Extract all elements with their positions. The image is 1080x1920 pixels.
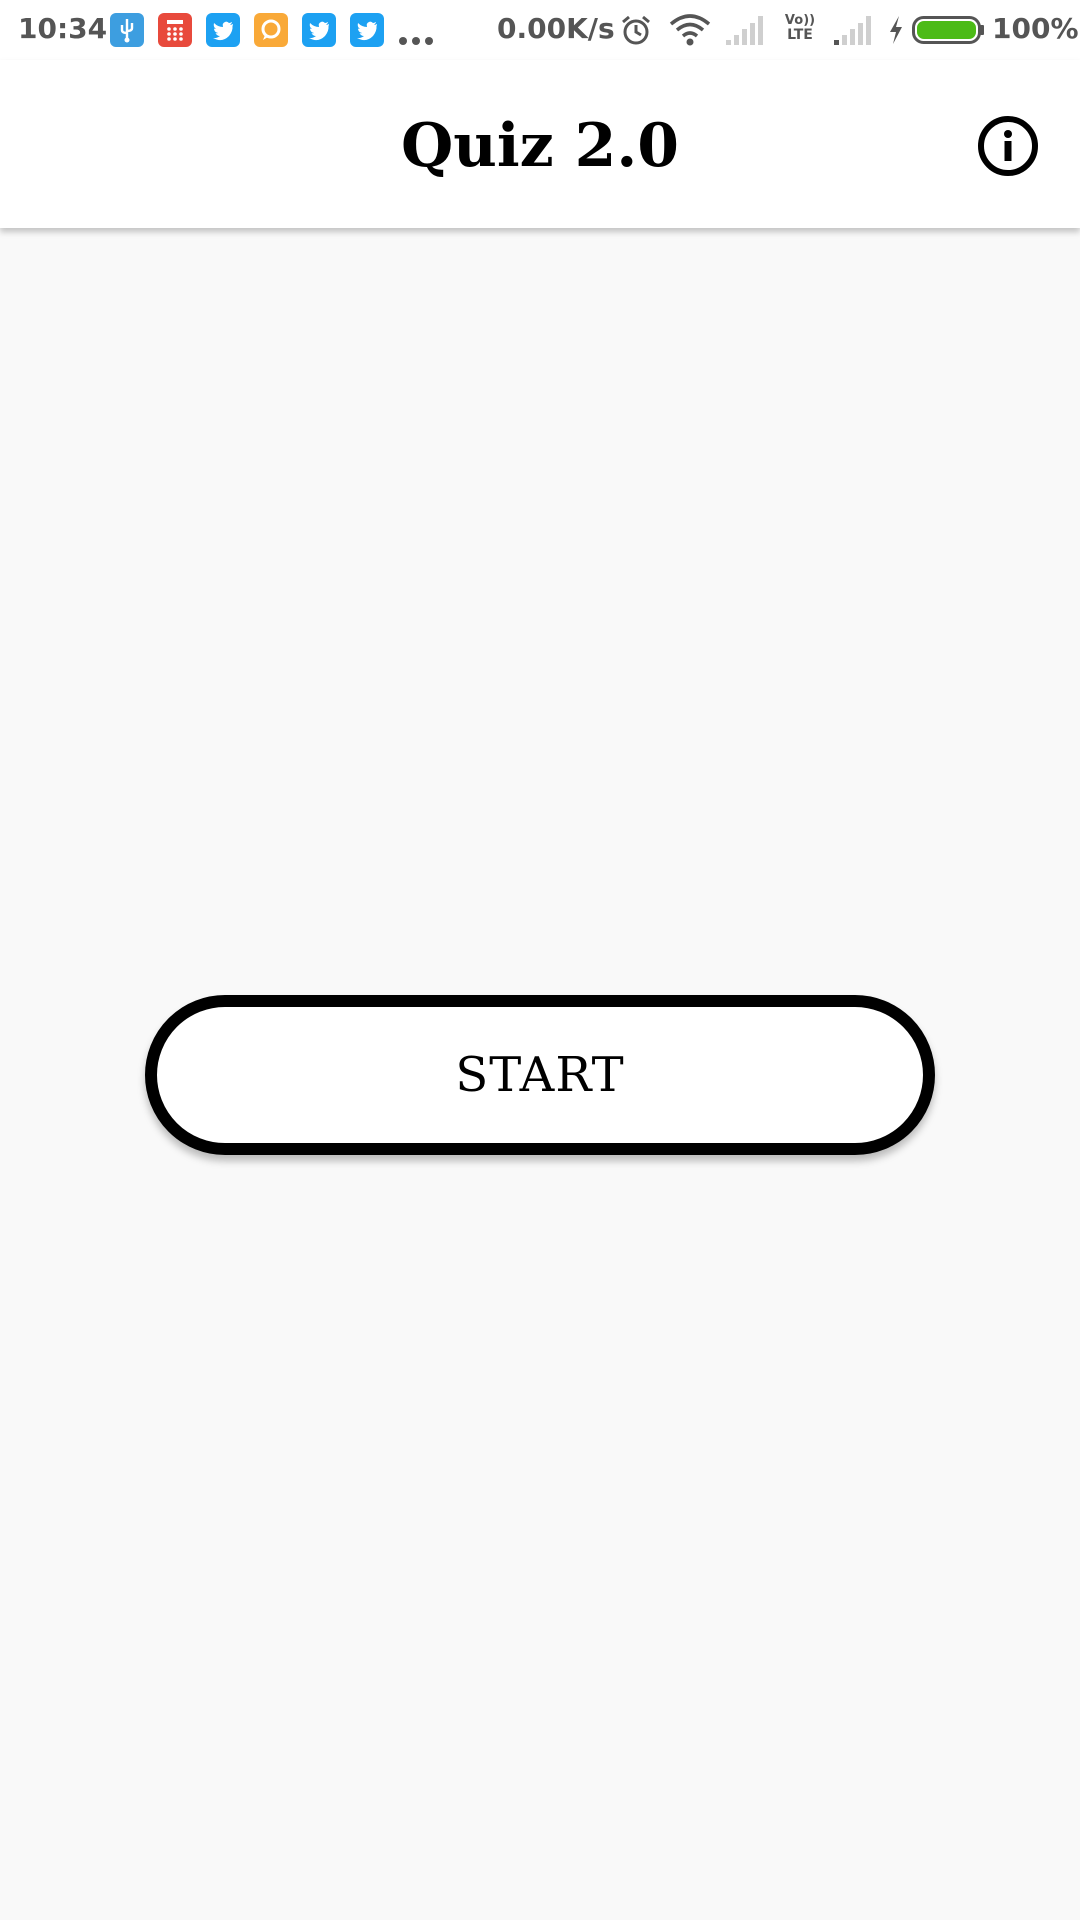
twitter-icon <box>206 13 240 47</box>
info-icon <box>978 116 1038 176</box>
signal-strength-icon <box>724 14 764 51</box>
twitter-icon <box>350 13 384 47</box>
twitter-icon <box>302 13 336 47</box>
more-notifications-icon <box>398 34 434 46</box>
alarm-icon <box>618 12 654 53</box>
wifi-icon <box>668 12 712 53</box>
signal-strength-icon <box>832 14 872 51</box>
start-button[interactable]: START <box>145 995 935 1155</box>
usb-icon <box>110 13 144 47</box>
volte-label-top: Vo)) <box>784 13 816 28</box>
battery-percent: 100% <box>992 12 1079 45</box>
info-button[interactable] <box>972 110 1044 182</box>
charging-icon <box>886 14 906 51</box>
start-button-label: START <box>455 1047 625 1103</box>
volte-label-bottom: LTE <box>787 27 813 43</box>
page-title: Quiz 2.0 <box>400 111 680 181</box>
status-time: 10:34 <box>18 12 108 45</box>
main-content: START <box>0 228 1080 1920</box>
network-speed: 0.00K/s <box>497 12 615 45</box>
chat-icon <box>254 13 288 47</box>
app-bar: Quiz 2.0 <box>0 60 1080 228</box>
calculator-icon <box>158 13 192 47</box>
battery-icon <box>912 16 986 49</box>
status-bar: 10:34 0.00K/s Vo)) LTE 100% <box>0 0 1080 60</box>
volte-icon: Vo)) LTE <box>782 13 818 43</box>
